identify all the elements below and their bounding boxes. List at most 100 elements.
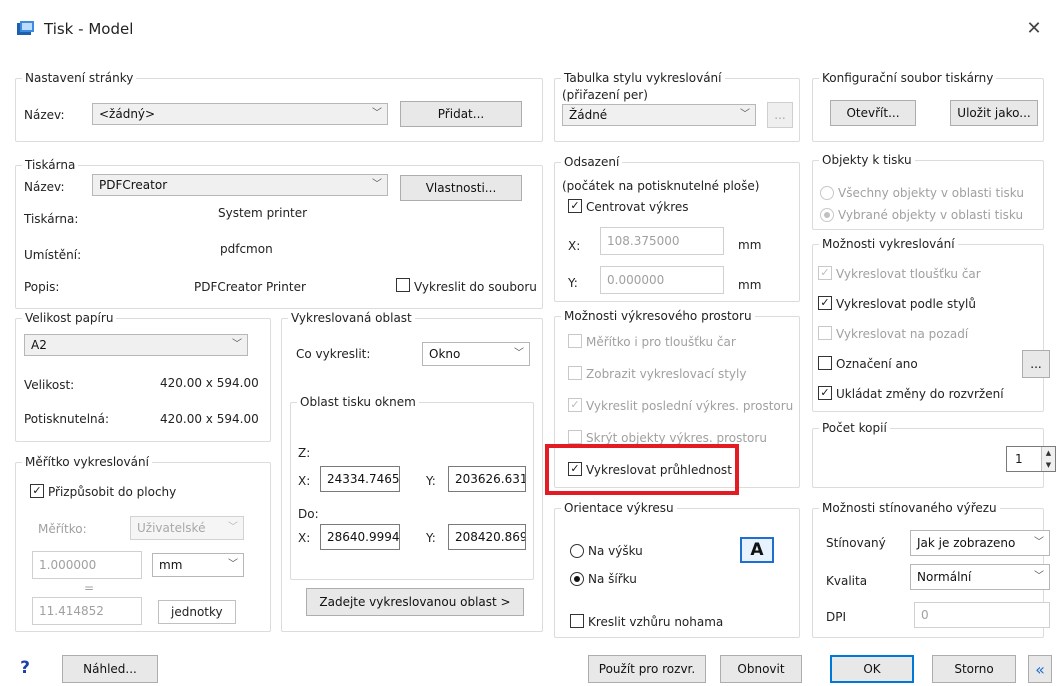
plot-style-subtitle: (přiřazení per) — [562, 88, 648, 102]
copies-spinner[interactable]: 1 ▲ ▼ — [1006, 446, 1056, 472]
background-checkbox[interactable] — [818, 326, 832, 340]
plot-paperspace-last-checkbox[interactable]: ✓ — [568, 398, 582, 412]
portrait-radio[interactable] — [570, 544, 584, 558]
scale-value1-input[interactable]: 1.000000 — [32, 551, 142, 579]
collapse-icon[interactable]: « — [1028, 655, 1052, 683]
what-to-plot-value: Okno — [429, 347, 461, 361]
scale-select[interactable]: Uživatelské ﹀ — [130, 516, 244, 540]
apply-to-layout-button[interactable]: Použít pro rozvr. — [588, 655, 706, 683]
save-changes-checkbox[interactable]: ✓ — [818, 386, 832, 400]
objects-to-print-title: Objekty k tisku — [819, 153, 915, 167]
paperspace-options-title: Možnosti výkresového prostoru — [561, 309, 755, 323]
chevron-down-icon: ﹀ — [372, 108, 382, 119]
scale-unit-select[interactable]: mm ﹀ — [152, 553, 244, 577]
printable-area-dimensions: 420.00 x 594.00 — [160, 412, 259, 426]
upside-down-checkbox[interactable] — [570, 614, 584, 628]
spin-up-icon[interactable]: ▲ — [1046, 449, 1051, 457]
stamp-settings-button[interactable]: ... — [1022, 350, 1050, 378]
from-label: Z: — [298, 446, 311, 460]
ok-button[interactable]: OK — [830, 655, 914, 683]
offset-x-label: X: — [568, 239, 581, 253]
hide-objects-checkbox[interactable] — [568, 430, 582, 444]
fit-to-paper-label: Přizpůsobit do plochy — [48, 485, 177, 499]
to-x-input[interactable]: 28640.9994 — [320, 524, 400, 550]
plot-offset-title: Odsazení — [561, 155, 623, 169]
paper-size-select[interactable]: A2 ﹀ — [24, 334, 248, 356]
plot-style-title: Tabulka stylu vykreslování — [561, 71, 725, 85]
shade-plot-value: Jak je zobrazeno — [917, 536, 1016, 550]
scale-lineweights-checkbox[interactable] — [568, 334, 582, 348]
page-setup-title: Nastavení stránky — [22, 71, 137, 85]
all-objects-radio[interactable] — [820, 186, 834, 200]
orientation-icon-letter: A — [750, 540, 764, 560]
plot-area-title: Vykreslovaná oblast — [288, 311, 415, 325]
background-label: Vykreslovat na pozadí — [836, 327, 969, 341]
transparency-highlight-box — [545, 444, 739, 495]
center-plot-label: Centrovat výkres — [586, 200, 689, 214]
window-area-title: Oblast tisku oknem — [297, 395, 419, 409]
stamp-label: Označení ano — [836, 357, 918, 371]
what-to-plot-select[interactable]: Okno ﹀ — [422, 342, 530, 366]
printer-properties-button[interactable]: Vlastnosti... — [400, 175, 522, 201]
plot-style-select[interactable]: Žádné ﹀ — [562, 104, 756, 126]
display-styles-checkbox[interactable] — [568, 366, 582, 380]
chevron-down-icon: ﹀ — [372, 179, 382, 190]
save-config-as-button[interactable]: Uložit jako... — [950, 100, 1038, 126]
chevron-down-icon: ﹀ — [1034, 571, 1044, 582]
enter-plot-area-button[interactable]: Zadejte vykreslovanou oblast > — [306, 588, 524, 616]
offset-y-input[interactable]: 0.000000 — [600, 266, 724, 294]
copies-spinner-buttons[interactable]: ▲ ▼ — [1041, 447, 1055, 471]
copies-title: Počet kopií — [819, 421, 890, 435]
to-x-label: X: — [298, 531, 311, 545]
preview-button[interactable]: Náhled... — [62, 655, 158, 683]
printer-name-label: Název: — [24, 180, 65, 194]
printer-name-select[interactable]: PDFCreator ﹀ — [92, 174, 388, 196]
location-value: pdfcmon — [220, 242, 273, 256]
open-config-button[interactable]: Otevřít... — [830, 100, 916, 126]
selected-objects-radio[interactable] — [820, 208, 834, 222]
from-y-input[interactable]: 203626.631 — [448, 466, 526, 492]
orientation-title: Orientace výkresu — [561, 501, 677, 515]
shade-plot-select[interactable]: Jak je zobrazeno ﹀ — [910, 530, 1050, 556]
scale-value2-input[interactable]: 11.414852 — [32, 597, 142, 625]
offset-x-unit: mm — [738, 238, 762, 252]
plot-offset-subtitle: (počátek na potisknutelné ploše) — [562, 179, 760, 193]
save-changes-label: Ukládat změny do rozvržení — [836, 387, 1004, 401]
plot-paperspace-last-label: Vykreslit poslední výkres. prostoru — [586, 399, 794, 413]
fit-to-paper-checkbox[interactable]: ✓ — [30, 484, 44, 498]
copies-value: 1 — [1015, 452, 1023, 466]
plot-style-edit-button[interactable]: ... — [767, 102, 793, 128]
print-to-file-checkbox[interactable] — [396, 278, 410, 292]
offset-x-input[interactable]: 108.375000 — [600, 227, 724, 255]
shade-plot-label: Stínovaný — [826, 536, 886, 550]
selected-objects-label: Vybrané objekty v oblasti tisku — [838, 208, 1024, 222]
equals-sign: = — [84, 581, 95, 595]
quality-select[interactable]: Normální ﹀ — [910, 564, 1050, 590]
by-styles-checkbox[interactable]: ✓ — [818, 296, 832, 310]
center-plot-checkbox[interactable]: ✓ — [568, 199, 582, 213]
spin-down-icon[interactable]: ▼ — [1046, 461, 1051, 469]
help-icon[interactable]: ? — [14, 658, 36, 680]
printer-label: Tiskárna: — [24, 212, 79, 226]
from-x-label: X: — [298, 474, 311, 488]
stamp-checkbox[interactable] — [818, 356, 832, 370]
page-setup-name-select[interactable]: <žádný> ﹀ — [92, 103, 388, 125]
add-page-setup-button[interactable]: Přidat... — [400, 101, 522, 127]
printer-title: Tiskárna — [22, 158, 79, 172]
cancel-button[interactable]: Storno — [932, 655, 1016, 683]
chevron-down-icon: ﹀ — [740, 109, 750, 120]
to-y-input[interactable]: 208420.869 — [448, 524, 526, 550]
help-icon-glyph: ? — [20, 658, 30, 678]
by-styles-label: Vykreslovat podle stylů — [836, 297, 976, 311]
dpi-input[interactable]: 0 — [914, 602, 1050, 628]
hide-objects-label: Skrýt objekty výkres. prostoru — [586, 431, 767, 445]
lineweights-checkbox[interactable]: ✓ — [818, 266, 832, 280]
from-y-label: Y: — [426, 474, 436, 488]
units-label: jednotky — [158, 600, 236, 624]
landscape-radio[interactable] — [570, 572, 584, 586]
refresh-button[interactable]: Obnovit — [720, 655, 802, 683]
close-icon[interactable]: ✕ — [1024, 18, 1044, 39]
from-x-input[interactable]: 24334.7465 — [320, 466, 400, 492]
chevron-down-icon: ﹀ — [514, 348, 524, 359]
app-icon — [17, 21, 34, 35]
